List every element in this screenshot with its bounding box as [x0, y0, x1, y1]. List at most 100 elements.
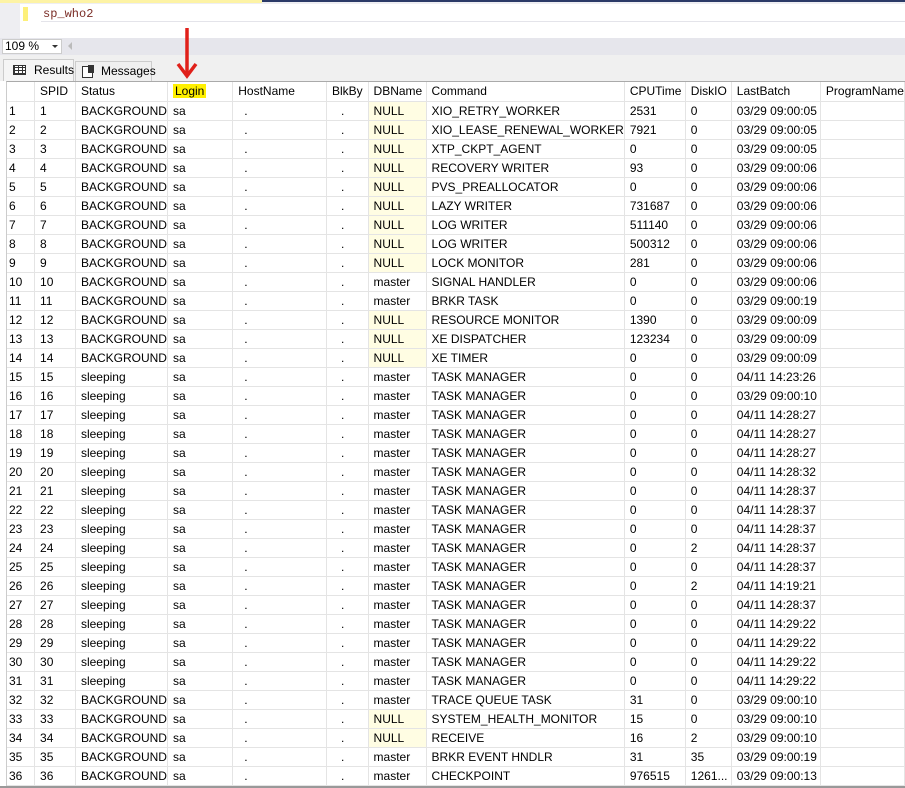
cell-cputime[interactable]: 0 — [624, 367, 686, 387]
cell-lastbatch[interactable]: 03/29 09:00:19 — [731, 747, 821, 767]
cell-hostname[interactable]: . — [232, 215, 327, 235]
cell-command[interactable]: TASK MANAGER — [426, 462, 625, 482]
cell-dbname[interactable]: master — [368, 557, 427, 577]
cell-login[interactable]: sa — [167, 196, 234, 216]
column-header-rownum[interactable] — [7, 82, 36, 102]
cell-rownum[interactable]: 28 — [7, 614, 36, 634]
cell-status[interactable]: BACKGROUND — [75, 766, 168, 786]
cell-login[interactable]: sa — [167, 557, 234, 577]
tab-results[interactable]: Results — [3, 59, 74, 81]
cell-cputime[interactable]: 0 — [624, 557, 686, 577]
cell-login[interactable]: sa — [167, 690, 234, 710]
cell-hostname[interactable]: . — [232, 747, 327, 767]
cell-dbname[interactable]: master — [368, 386, 427, 406]
cell-lastbatch[interactable]: 03/29 09:00:09 — [731, 329, 821, 349]
cell-dbname[interactable]: NULL — [368, 196, 427, 216]
cell-lastbatch[interactable]: 03/29 09:00:10 — [731, 728, 821, 748]
table-row[interactable]: 16 16 sleeping sa.. master TASK MANAGER 0 0 03/2… — [7, 386, 905, 406]
cell-spid[interactable]: 31 — [34, 671, 76, 691]
table-row[interactable]: 22 22 sleeping sa.. master TASK MANAGER 0 0 04/1… — [7, 500, 905, 520]
table-row[interactable]: 4 4 BACKGROUND sa.. NULL RECOVERY WRITER 93 0 03… — [7, 158, 905, 178]
cell-hostname[interactable]: . — [232, 120, 327, 140]
cell-diskio[interactable]: 0 — [685, 272, 732, 292]
cell-blkby[interactable]: . — [326, 291, 369, 311]
cell-diskio[interactable]: 1261... — [685, 766, 732, 786]
cell-command[interactable]: XE DISPATCHER — [426, 329, 625, 349]
cell-spid[interactable]: 6 — [34, 196, 76, 216]
cell-diskio[interactable]: 2 — [685, 576, 732, 596]
cell-status[interactable]: BACKGROUND — [75, 747, 168, 767]
cell-rownum[interactable]: 8 — [7, 234, 36, 254]
cell-blkby[interactable]: . — [326, 177, 369, 197]
cell-lastbatch[interactable]: 04/11 14:29:22 — [731, 633, 821, 653]
cell-login[interactable]: sa — [167, 120, 234, 140]
cell-rownum[interactable]: 19 — [7, 443, 36, 463]
cell-spid[interactable]: 12 — [34, 310, 76, 330]
cell-dbname[interactable]: NULL — [368, 139, 427, 159]
cell-cputime[interactable]: 0 — [624, 576, 686, 596]
table-row[interactable]: 26 26 sleeping sa.. master TASK MANAGER 0 2 04/1… — [7, 576, 905, 596]
cell-status[interactable]: BACKGROUND — [75, 348, 168, 368]
cell-lastbatch[interactable]: 03/29 09:00:06 — [731, 177, 821, 197]
cell-programname[interactable] — [820, 576, 905, 596]
table-row[interactable]: 2 2 BACKGROUND sa.. NULL XIO_LEASE_RENEWAL_WO… — [7, 120, 905, 140]
cell-cputime[interactable]: 0 — [624, 481, 686, 501]
cell-rownum[interactable]: 12 — [7, 310, 36, 330]
cell-rownum[interactable]: 34 — [7, 728, 36, 748]
cell-dbname[interactable]: master — [368, 443, 427, 463]
cell-diskio[interactable]: 0 — [685, 462, 732, 482]
cell-blkby[interactable]: . — [326, 386, 369, 406]
cell-cputime[interactable]: 500312 — [624, 234, 686, 254]
cell-cputime[interactable]: 123234 — [624, 329, 686, 349]
cell-blkby[interactable]: . — [326, 690, 369, 710]
cell-blkby[interactable]: . — [326, 595, 369, 615]
cell-cputime[interactable]: 0 — [624, 139, 686, 159]
cell-hostname[interactable]: . — [232, 633, 327, 653]
table-row[interactable]: 23 23 sleeping sa.. master TASK MANAGER 0 0 04/1… — [7, 519, 905, 539]
cell-login[interactable]: sa — [167, 272, 234, 292]
cell-status[interactable]: BACKGROUND — [75, 139, 168, 159]
cell-login[interactable]: sa — [167, 177, 234, 197]
cell-blkby[interactable]: . — [326, 747, 369, 767]
cell-spid[interactable]: 15 — [34, 367, 76, 387]
cell-spid[interactable]: 13 — [34, 329, 76, 349]
cell-hostname[interactable]: . — [232, 519, 327, 539]
cell-cputime[interactable]: 0 — [624, 424, 686, 444]
cell-programname[interactable] — [820, 633, 905, 653]
cell-status[interactable]: sleeping — [75, 557, 168, 577]
cell-diskio[interactable]: 0 — [685, 481, 732, 501]
cell-blkby[interactable]: . — [326, 196, 369, 216]
cell-hostname[interactable]: . — [232, 310, 327, 330]
cell-rownum[interactable]: 10 — [7, 272, 36, 292]
cell-login[interactable]: sa — [167, 500, 234, 520]
zoom-dropdown[interactable]: 109 % — [2, 39, 62, 54]
cell-lastbatch[interactable]: 03/29 09:00:06 — [731, 253, 821, 273]
cell-rownum[interactable]: 20 — [7, 462, 36, 482]
cell-diskio[interactable]: 2 — [685, 728, 732, 748]
cell-hostname[interactable]: . — [232, 234, 327, 254]
cell-status[interactable]: sleeping — [75, 424, 168, 444]
cell-dbname[interactable]: NULL — [368, 177, 427, 197]
cell-hostname[interactable]: . — [232, 424, 327, 444]
cell-rownum[interactable]: 30 — [7, 652, 36, 672]
cell-dbname[interactable]: master — [368, 367, 427, 387]
cell-command[interactable]: XIO_LEASE_RENEWAL_WORKER — [426, 120, 625, 140]
cell-spid[interactable]: 19 — [34, 443, 76, 463]
cell-dbname[interactable]: master — [368, 595, 427, 615]
cell-programname[interactable] — [820, 728, 905, 748]
cell-status[interactable]: sleeping — [75, 443, 168, 463]
cell-programname[interactable] — [820, 462, 905, 482]
cell-command[interactable]: TASK MANAGER — [426, 538, 625, 558]
cell-command[interactable]: TASK MANAGER — [426, 671, 625, 691]
table-row[interactable]: 24 24 sleeping sa.. master TASK MANAGER 0 2 04/1… — [7, 538, 905, 558]
cell-login[interactable]: sa — [167, 633, 234, 653]
cell-cputime[interactable]: 0 — [624, 652, 686, 672]
cell-programname[interactable] — [820, 158, 905, 178]
cell-command[interactable]: TASK MANAGER — [426, 633, 625, 653]
cell-hostname[interactable]: . — [232, 348, 327, 368]
cell-programname[interactable] — [820, 690, 905, 710]
cell-dbname[interactable]: master — [368, 481, 427, 501]
cell-diskio[interactable]: 0 — [685, 500, 732, 520]
cell-status[interactable]: BACKGROUND — [75, 291, 168, 311]
cell-login[interactable]: sa — [167, 595, 234, 615]
